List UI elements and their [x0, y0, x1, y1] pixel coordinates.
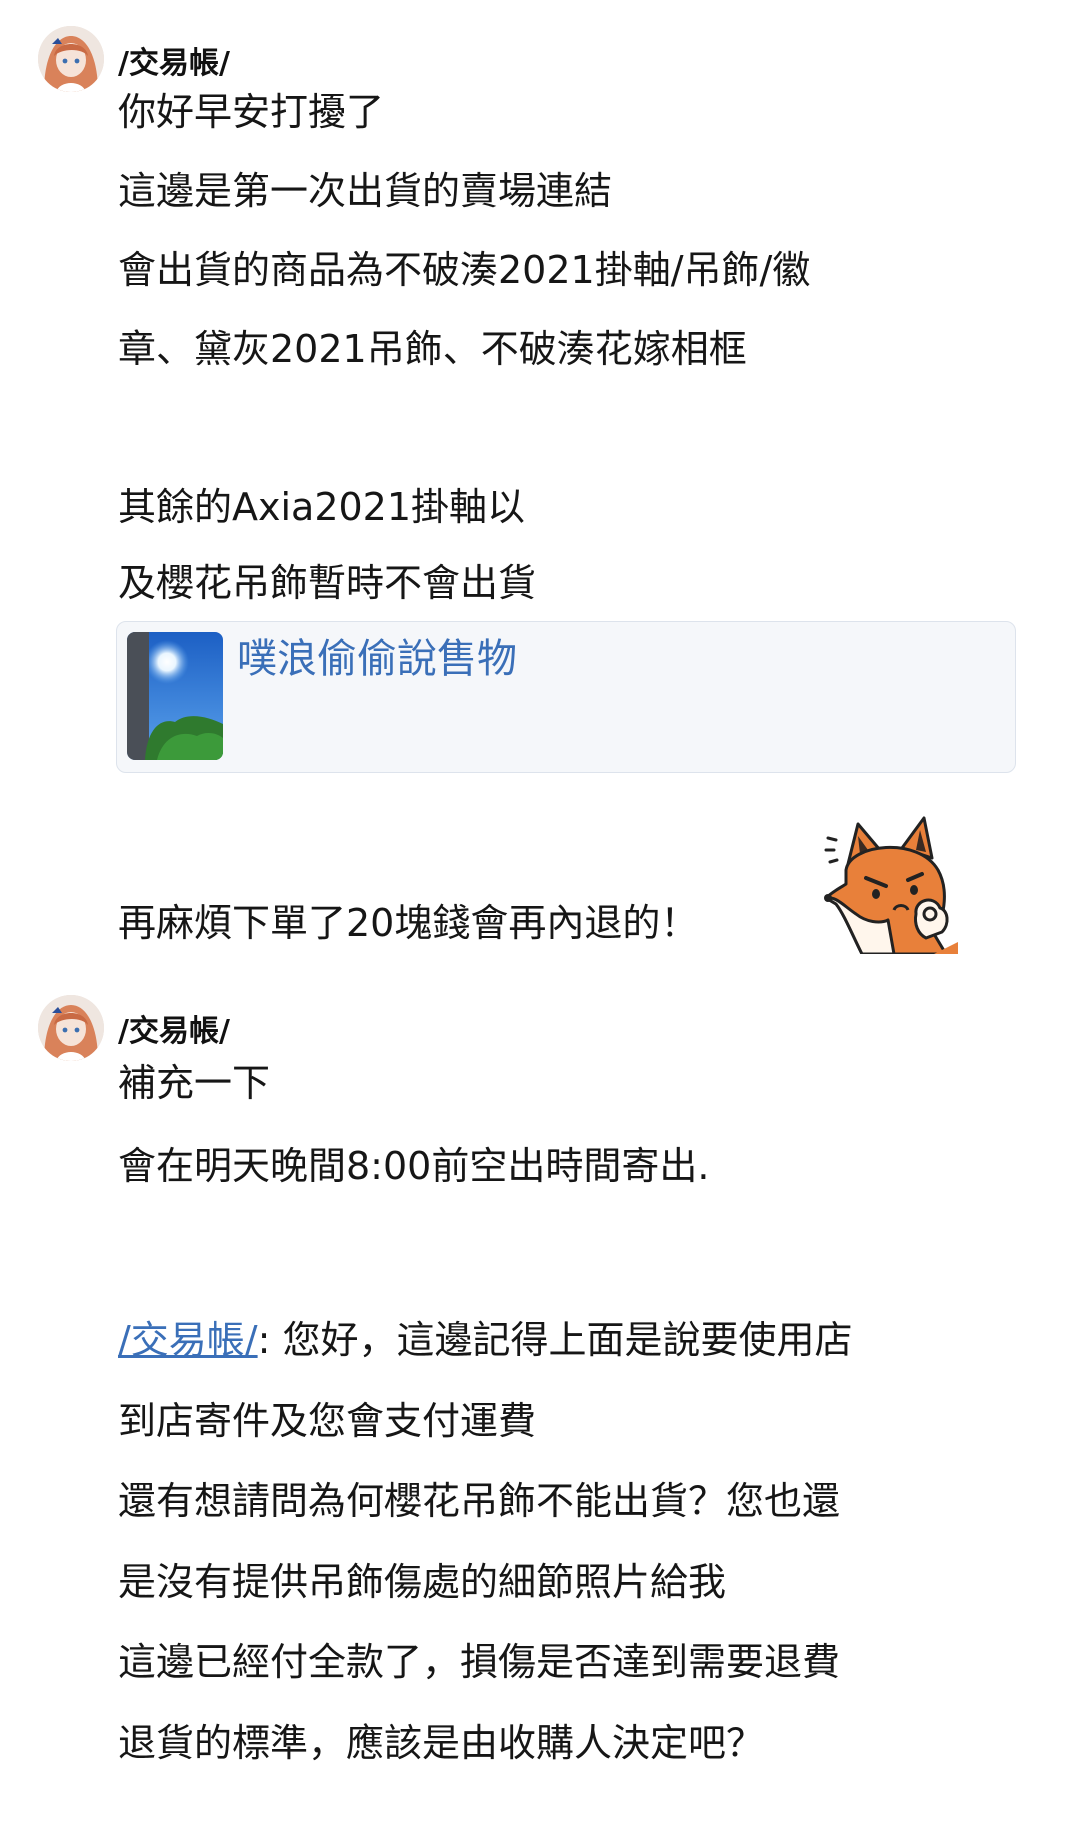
message-line: 及櫻花吊飾暫時不會出貨 — [118, 561, 537, 605]
reply-line: 是沒有提供吊飾傷處的細節照片給我 — [118, 1560, 727, 1604]
reply-line: 這邊已經付全款了，損傷是否達到需要退費 — [118, 1640, 841, 1684]
avatar[interactable] — [38, 995, 104, 1061]
link-thumbnail — [127, 632, 223, 760]
message-line: 這邊是第一次出貨的賣場連結 — [118, 169, 613, 213]
reply-text: : 您好，這邊記得上面是說要使用店 — [257, 1318, 853, 1362]
message-line: 補充一下 — [118, 1061, 271, 1105]
message-line: 會出貨的商品為不破湊2021掛軸/吊飾/徽 — [118, 248, 811, 292]
message-author[interactable]: /交易帳/ — [118, 38, 230, 82]
fox-sticker-icon — [822, 814, 958, 956]
link-title[interactable]: 噗浪偷偷說售物 — [237, 634, 517, 684]
message-line: 你好早安打擾了 — [118, 90, 385, 134]
reply-first-line: /交易帳/: 您好，這邊記得上面是說要使用店 — [118, 1316, 853, 1364]
message-line: 其餘的Axia2021掛軸以 — [118, 485, 526, 529]
link-preview-card[interactable]: 噗浪偷偷說售物 — [116, 621, 1016, 773]
message-line: 會在明天晚間8:00前空出時間寄出. — [118, 1144, 710, 1188]
message-author[interactable]: /交易帳/ — [118, 1006, 230, 1050]
avatar-image — [38, 995, 104, 1061]
message-line: 再麻煩下單了20塊錢會再內退的！ — [118, 901, 699, 945]
reply-line: 到店寄件及您會支付運費 — [118, 1399, 537, 1443]
avatar[interactable] — [38, 26, 104, 92]
reply-line: 退貨的標準，應該是由收購人決定吧？ — [118, 1721, 765, 1765]
avatar-image — [38, 26, 104, 92]
reply-line: 還有想請問為何櫻花吊飾不能出貨？您也還 — [118, 1479, 841, 1523]
sky-photo-icon — [127, 632, 223, 760]
mention-link[interactable]: /交易帳/ — [118, 1318, 258, 1362]
message-line: 章、黛灰2021吊飾、不破湊花嫁相框 — [118, 327, 747, 371]
